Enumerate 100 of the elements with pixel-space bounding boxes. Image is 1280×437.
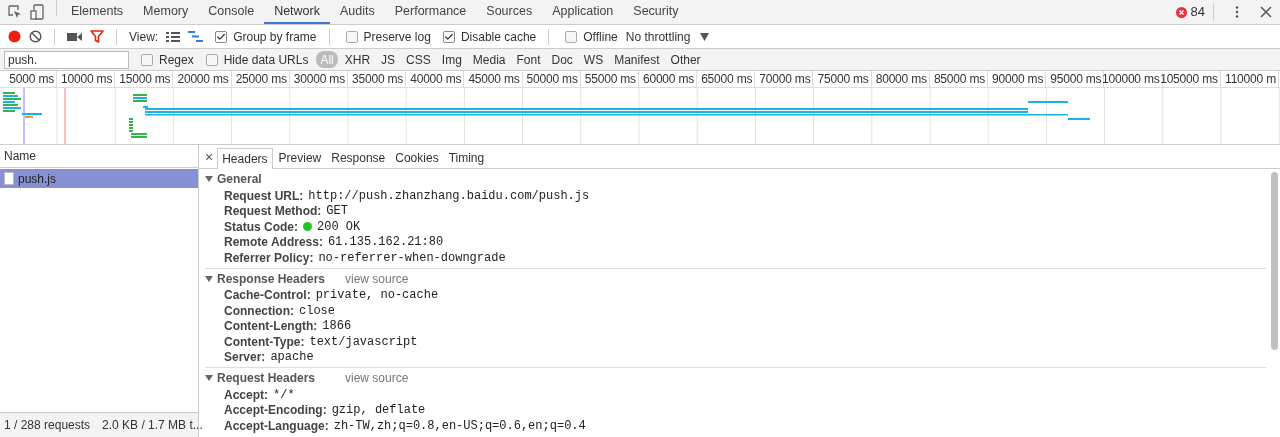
checkbox-label: Offline bbox=[583, 28, 618, 46]
panel-tab[interactable]: Elements bbox=[61, 0, 134, 24]
details-tab[interactable]: Cookies bbox=[391, 148, 443, 168]
checkbox[interactable] bbox=[205, 53, 218, 66]
header-name: Referrer Policy: bbox=[224, 249, 314, 267]
panel-tab[interactable]: Console bbox=[198, 0, 265, 24]
device-icon[interactable] bbox=[30, 4, 44, 20]
header-value: apache bbox=[270, 349, 314, 367]
type-filter-button[interactable]: Font bbox=[512, 51, 545, 68]
time-tick-label: 70000 ms bbox=[759, 71, 811, 88]
checkbox-label: Disable cache bbox=[460, 28, 537, 46]
time-tick-label: 45000 ms bbox=[468, 71, 520, 88]
header-name: Accept-Language: bbox=[224, 417, 329, 435]
time-tick-label: 95000 ms bbox=[1050, 71, 1102, 88]
view-source-link[interactable]: view source bbox=[345, 269, 409, 288]
panel-tab[interactable]: Memory bbox=[133, 0, 199, 24]
section-title[interactable]: Response Headers bbox=[217, 269, 337, 288]
header-name: Remote Address: bbox=[224, 234, 323, 252]
time-tick-label: 85000 ms bbox=[933, 71, 985, 88]
time-tick-label: 100000 ms bbox=[1102, 71, 1160, 88]
close-icon[interactable] bbox=[1260, 6, 1272, 18]
time-tick-label: 20000 ms bbox=[177, 71, 229, 88]
type-filter-button[interactable]: Other bbox=[666, 51, 705, 68]
time-tick-label: 110000 m bbox=[1225, 71, 1276, 88]
header-value: 1866 bbox=[322, 318, 352, 336]
panel-tab[interactable]: Application bbox=[542, 0, 624, 24]
checkbox[interactable] bbox=[442, 30, 455, 43]
details-tab[interactable]: Timing bbox=[444, 148, 489, 168]
panel-tab[interactable]: Security bbox=[623, 0, 689, 24]
scrollbar-thumb[interactable] bbox=[1271, 172, 1278, 350]
checkbox-label: Group by frame bbox=[233, 28, 317, 46]
disclosure-triangle-icon[interactable] bbox=[205, 274, 213, 283]
time-tick-label: 40000 ms bbox=[410, 71, 462, 88]
header-value: text/javascript bbox=[309, 333, 418, 351]
time-tick-label: 105000 ms bbox=[1160, 71, 1218, 88]
time-tick-label: 60000 ms bbox=[642, 71, 695, 88]
type-filter-button[interactable]: JS bbox=[377, 51, 400, 68]
header-name: Accept-Encoding: bbox=[224, 402, 327, 420]
disclosure-triangle-icon[interactable] bbox=[205, 175, 213, 183]
type-filter-button[interactable]: CSS bbox=[402, 51, 435, 68]
type-filter-button[interactable]: XHR bbox=[340, 51, 375, 68]
throttling-dropdown[interactable]: No throttling bbox=[625, 27, 710, 46]
section-title[interactable]: General bbox=[217, 170, 337, 188]
panel-tab[interactable]: Audits bbox=[330, 0, 385, 24]
header-name: Content-Type: bbox=[224, 333, 305, 351]
time-tick-label: 35000 ms bbox=[352, 71, 404, 88]
request-row[interactable]: push.js bbox=[0, 169, 198, 188]
inspect-icon[interactable] bbox=[8, 5, 22, 19]
details-tab[interactable]: Preview bbox=[274, 148, 326, 168]
checkbox[interactable] bbox=[215, 30, 228, 43]
header-value: zh-TW,zh;q=0.8,en-US;q=0.6,en;q=0.4 bbox=[333, 417, 586, 435]
time-tick-label: 65000 ms bbox=[701, 71, 753, 88]
time-tick-label: 90000 ms bbox=[992, 71, 1044, 88]
header-value: */* bbox=[273, 386, 295, 404]
type-filter-button[interactable]: Media bbox=[468, 51, 510, 68]
view-source-link[interactable]: view source bbox=[345, 369, 409, 387]
clear-icon[interactable] bbox=[29, 30, 42, 43]
checkbox-label: Regex bbox=[159, 51, 194, 69]
dropdown-triangle-icon bbox=[700, 32, 710, 41]
header-value: 61.135.162.21:80 bbox=[327, 234, 444, 252]
header-value: GET bbox=[326, 203, 348, 221]
type-filter-button[interactable]: WS bbox=[579, 51, 608, 68]
time-tick-label: 50000 ms bbox=[526, 71, 578, 88]
header-name: Server: bbox=[224, 349, 266, 367]
request-count: 1 / 288 requests bbox=[4, 417, 91, 434]
details-tab[interactable]: Response bbox=[327, 148, 390, 168]
header-name: Request Method: bbox=[224, 203, 322, 221]
checkbox-label: Hide data URLs bbox=[223, 51, 309, 69]
record-icon[interactable] bbox=[8, 30, 21, 43]
type-filter-button[interactable]: Manifest bbox=[610, 51, 664, 68]
view-label: View: bbox=[129, 28, 159, 46]
section-title[interactable]: Request Headers bbox=[217, 369, 337, 387]
panel-tab[interactable]: Performance bbox=[384, 0, 477, 24]
waterfall-view-icon[interactable] bbox=[188, 31, 204, 42]
disclosure-triangle-icon[interactable] bbox=[205, 374, 213, 382]
type-filter-button[interactable]: Doc bbox=[547, 51, 577, 68]
request-name: push.js bbox=[18, 170, 57, 188]
time-tick-label: 55000 ms bbox=[584, 71, 636, 88]
list-view-icon[interactable] bbox=[166, 31, 181, 42]
close-button[interactable]: × bbox=[203, 145, 216, 168]
header-value: gzip, deflate bbox=[331, 402, 426, 420]
header-name: Content-Length: bbox=[224, 318, 318, 336]
checkbox-label: Preserve log bbox=[363, 28, 431, 46]
header-name: Cache-Control: bbox=[224, 287, 311, 305]
header-value: close bbox=[299, 302, 335, 320]
filter-icon[interactable] bbox=[90, 30, 104, 43]
video-camera-icon[interactable] bbox=[67, 31, 82, 42]
details-tab[interactable]: Headers bbox=[217, 148, 273, 169]
type-filter-button[interactable]: Img bbox=[437, 51, 466, 68]
column-header[interactable]: Name bbox=[0, 145, 198, 168]
header-name: Connection: bbox=[224, 302, 294, 320]
time-tick-label: 5000 ms bbox=[9, 71, 54, 88]
error-count[interactable]: 84 bbox=[1190, 2, 1205, 22]
checkbox[interactable] bbox=[345, 30, 358, 43]
checkbox[interactable] bbox=[565, 30, 578, 43]
panel-tab[interactable]: Sources bbox=[476, 0, 543, 24]
error-icon bbox=[1175, 6, 1187, 18]
filter-field[interactable]: push. bbox=[4, 50, 129, 69]
header-name: Request URL: bbox=[224, 187, 304, 205]
checkbox[interactable] bbox=[141, 53, 153, 66]
